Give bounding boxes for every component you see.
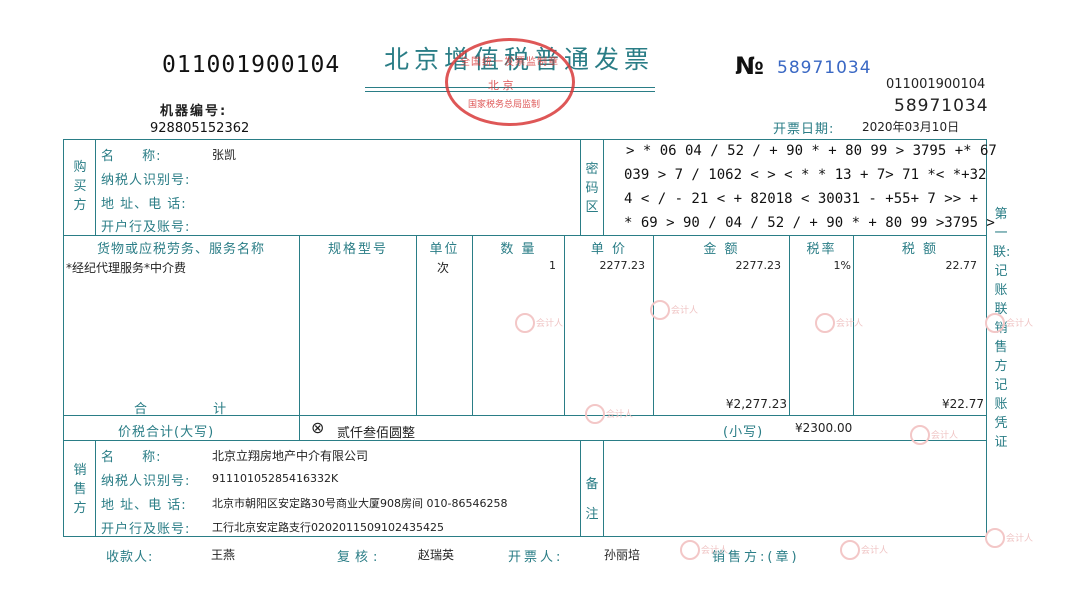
buyer-taxid-label: 纳税人识别号: <box>101 173 191 188</box>
machine-label: 机器编号: <box>160 104 228 119</box>
item-unit: 次 <box>437 261 450 275</box>
seller-taxid: 91110105285416332K <box>212 472 339 485</box>
cipher-line: * 69 > 90 / 04 / 52 / + 90 * + 80 99 >37… <box>624 215 995 231</box>
seller-name: 北京立翔房地产中介有限公司 <box>212 449 369 463</box>
buyer-name: 张凯 <box>212 148 237 162</box>
supervision-seal-icon: 全国统一发票监制章 北 京 国家税务总局监制 <box>445 38 575 126</box>
buyer-section-label: 购买方 <box>73 160 87 213</box>
cipher-section-label: 密码区 <box>585 162 599 215</box>
total-words-label: 价税合计(大写) <box>118 425 215 440</box>
seller-section-label: 销售方 <box>73 463 87 516</box>
invoice-number-small: 58971034 <box>894 96 989 116</box>
no-symbol: № <box>735 52 764 80</box>
col-header-price: 单 价 <box>590 242 628 257</box>
col-header-rate: 税率 <box>806 242 837 257</box>
buyer-name-label: 名 称: <box>101 149 162 164</box>
reviewer-label: 复核: <box>337 550 383 565</box>
cipher-line: 4 < / - 21 < + 82018 < 30031 - +55+ 7 >>… <box>624 191 979 207</box>
item-amount: 2277.23 <box>735 259 782 272</box>
seller-taxid-label: 纳税人识别号: <box>101 474 191 489</box>
issue-date: 2020年03月10日 <box>862 120 960 134</box>
total-label: 合 计 <box>134 402 228 417</box>
item-price: 2277.23 <box>599 259 646 272</box>
seal-top-text: 全国统一发票监制章 <box>460 57 559 68</box>
col-header-qty: 数 量 <box>500 242 537 257</box>
item-tax: 22.77 <box>945 259 978 272</box>
item-rate: 1% <box>833 259 851 272</box>
seller-name-label: 名 称: <box>101 450 162 465</box>
col-header-spec: 规格型号 <box>327 242 388 257</box>
total-small: ¥2300.00 <box>795 421 853 435</box>
payee-label: 收款人: <box>106 550 154 565</box>
reviewer-name: 赵瑞英 <box>418 548 455 562</box>
seller-address: 北京市朝阳区安定路30号商业大厦908房间 010-86546258 <box>212 497 508 510</box>
seal-bottom-text: 国家税务总局监制 <box>468 100 541 110</box>
buyer-address-label: 地 址、电 话: <box>101 197 187 212</box>
cipher-line: 039 > 7 / 1062 < > < * * 13 + 7> 71 *< *… <box>624 167 987 183</box>
cipher-line: > * 06 04 / 52 / + 90 * + 80 99 > 3795 +… <box>626 143 997 159</box>
seller-address-label: 地 址、电 话: <box>101 498 187 513</box>
item-qty: 1 <box>549 259 556 272</box>
drawer-label: 开票人: <box>508 550 564 565</box>
col-header-name: 货物或应税劳务、服务名称 <box>96 242 265 257</box>
buyer-bank-label: 开户行及账号: <box>101 220 191 235</box>
seal-city: 北 京 <box>488 79 514 92</box>
invoice-code: 011001900104 <box>162 52 341 78</box>
machine-number: 928805152362 <box>150 121 250 136</box>
cross-circle-icon: ⊗ <box>311 418 325 437</box>
invoice-number: 58971034 <box>777 58 872 78</box>
col-header-unit: 单位 <box>429 242 460 257</box>
total-amount: ¥2,277.23 <box>725 397 787 411</box>
total-words: 贰仟叁佰圆整 <box>337 426 416 441</box>
total-tax: ¥22.77 <box>942 397 984 411</box>
remarks-label: 备注 <box>585 477 599 522</box>
item-name: *经纪代理服务*中介费 <box>66 261 187 275</box>
total-small-label: (小写) <box>723 425 764 440</box>
seller-bank-label: 开户行及账号: <box>101 522 191 537</box>
drawer-name: 孙丽培 <box>604 548 641 562</box>
col-header-amount: 金 额 <box>703 242 740 257</box>
seller-bank: 工行北京安定路支行0202011509102435425 <box>212 521 444 534</box>
invoice-code-small: 011001900104 <box>886 77 986 92</box>
col-header-tax: 税 额 <box>901 242 939 257</box>
date-label: 开票日期: <box>773 122 835 137</box>
payee-name: 王燕 <box>211 548 236 562</box>
